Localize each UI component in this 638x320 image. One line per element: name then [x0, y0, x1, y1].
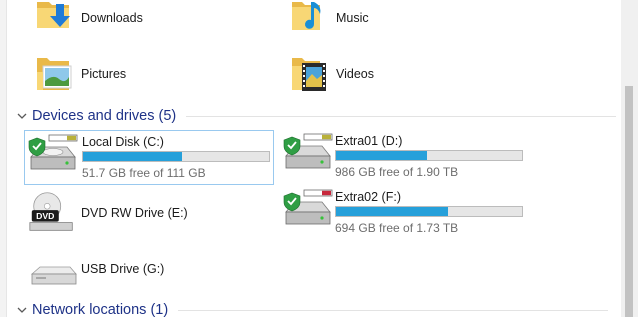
capacity-bar-fill — [83, 152, 182, 161]
capacity-bar-fill — [336, 151, 428, 160]
drive-free-space: 986 GB free of 1.90 TB — [335, 165, 459, 179]
system-hard-drive-icon — [28, 134, 78, 170]
folder-label: Music — [336, 11, 369, 25]
music-folder-icon — [292, 2, 321, 30]
drive-free-space: 694 GB free of 1.73 TB — [335, 221, 459, 235]
group-title: Network locations (1) — [32, 302, 169, 318]
drive-extra02-f[interactable]: Extra02 (F:) 694 GB free of 1.73 TB — [280, 186, 528, 239]
downloads-folder-icon — [37, 2, 70, 28]
chevron-down-icon — [17, 113, 27, 119]
navigation-pane-edge — [0, 0, 7, 317]
drive-name: Extra02 (F:) — [335, 190, 401, 204]
hard-drive-icon — [283, 133, 333, 169]
hard-drive-icon — [283, 189, 333, 225]
group-title: Devices and drives (5) — [32, 108, 177, 124]
drive-free-space: 51.7 GB free of 111 GB — [82, 166, 206, 180]
usb-drive-icon — [30, 266, 77, 285]
pictures-folder-icon — [37, 58, 72, 90]
svg-text:DVD: DVD — [36, 211, 54, 221]
drive-name: Extra01 (D:) — [335, 134, 403, 148]
capacity-bar — [335, 150, 523, 161]
folder-label: Pictures — [81, 67, 127, 81]
group-header-network[interactable]: Network locations (1) — [16, 300, 616, 320]
capacity-bar — [335, 206, 523, 217]
drive-name: Local Disk (C:) — [82, 135, 164, 149]
folder-music[interactable]: Music — [290, 0, 490, 40]
group-divider — [186, 115, 616, 117]
capacity-bar-fill — [336, 207, 448, 216]
folder-label: Videos — [336, 67, 374, 81]
drive-name: DVD RW Drive (E:) — [81, 206, 188, 220]
capacity-bar — [82, 151, 270, 162]
folder-label: Downloads — [81, 11, 143, 25]
group-divider — [178, 309, 609, 311]
scrollbar-thumb[interactable] — [625, 86, 633, 317]
drive-name: USB Drive (G:) — [81, 262, 165, 276]
drive-extra01-d[interactable]: Extra01 (D:) 986 GB free of 1.90 TB — [280, 130, 528, 183]
drive-local-disk-c[interactable]: Local Disk (C:) 51.7 GB free of 111 GB — [24, 130, 274, 185]
videos-folder-icon — [292, 58, 326, 91]
drive-usb-g[interactable]: USB Drive (G:) — [24, 246, 272, 294]
chevron-down-icon — [17, 307, 27, 313]
group-header-devices[interactable]: Devices and drives (5) — [16, 106, 616, 126]
folder-videos[interactable]: Videos — [290, 52, 490, 96]
dvd-drive-icon: DVD — [29, 192, 73, 231]
drive-dvd-rw-e[interactable]: DVD DVD RW Drive (E:) — [24, 188, 272, 238]
folder-pictures[interactable]: Pictures — [35, 52, 235, 96]
folder-downloads[interactable]: Downloads — [35, 0, 235, 40]
